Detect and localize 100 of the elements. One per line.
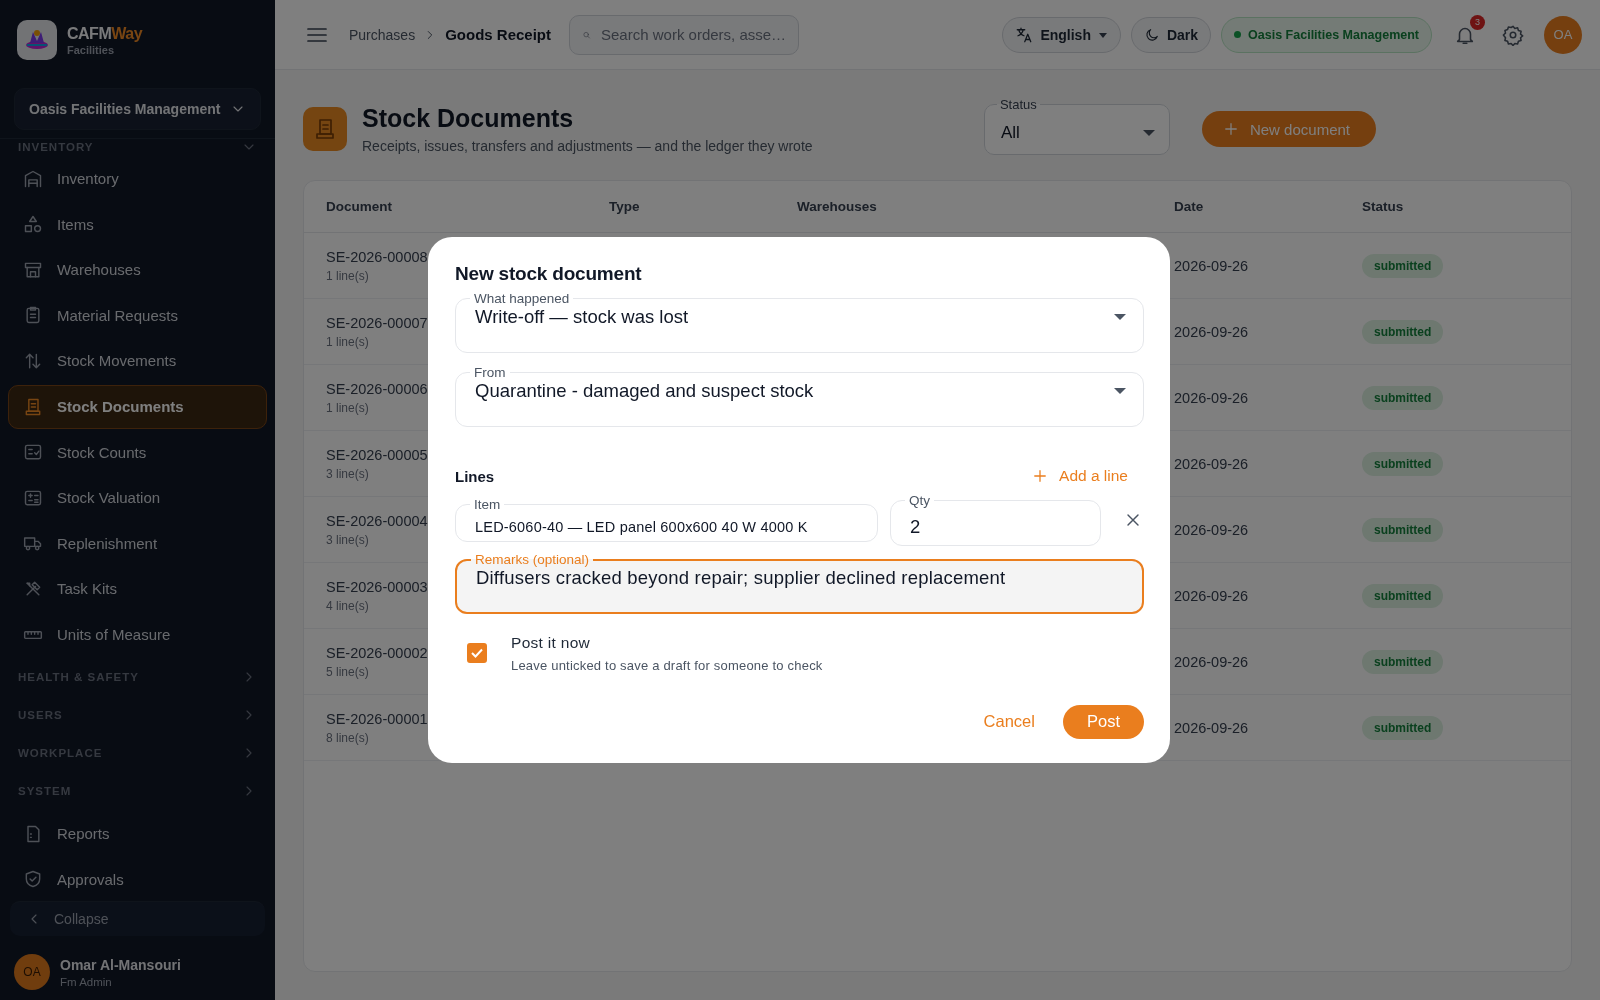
translate-icon — [1015, 25, 1034, 44]
line-count: 1 line(s) — [326, 268, 369, 283]
status-badge: submitted — [1362, 583, 1444, 608]
breadcrumb-current: Goods Receipt — [445, 26, 551, 43]
column-header: Document — [304, 181, 587, 233]
settings-button[interactable] — [1502, 23, 1524, 46]
new-document-button[interactable]: New document — [1201, 111, 1376, 147]
dialog-title: New stock document — [455, 263, 643, 285]
remarks-input[interactable]: Diffusers cracked beyond repair; supplier declined replacement — [476, 567, 1125, 589]
check-icon — [470, 646, 484, 660]
field-label: Status — [998, 97, 1038, 112]
line-count: 4 line(s) — [326, 598, 369, 613]
warehouse-icon — [23, 168, 43, 189]
table-cell: 2026-09-26 — [1174, 455, 1249, 472]
type-select[interactable]: What happened Write-off — stock was lost — [455, 291, 1144, 353]
nav-item[interactable]: Reports — [8, 811, 267, 856]
nav-item[interactable]: Stock Valuation — [8, 475, 267, 520]
checkbox-label: Post it now — [511, 634, 592, 652]
theme-toggle[interactable]: Dark — [1130, 16, 1212, 53]
table-cell: 2026-09-26 — [1174, 521, 1249, 538]
notification-count: 3 — [1470, 14, 1485, 30]
status-badge: submitted — [1362, 253, 1444, 278]
nav-item[interactable]: Items — [8, 202, 267, 247]
line-count: 8 line(s) — [326, 730, 369, 745]
search-field[interactable]: Search work orders, asse… — [569, 14, 799, 55]
line-count: 3 line(s) — [326, 532, 369, 547]
line-count: 5 line(s) — [326, 664, 369, 679]
brand-subtitle: Facilities — [67, 43, 116, 56]
document-number[interactable]: SE-2026-00005 — [326, 446, 428, 463]
status-badge: submitted — [1362, 715, 1444, 740]
user-name: Omar Al-Mansouri — [60, 956, 181, 973]
status-badge: submitted — [1362, 319, 1444, 344]
status-filter[interactable]: Status All — [983, 97, 1170, 155]
collapse-button[interactable]: Collapse — [10, 901, 265, 936]
column-header: Type — [587, 181, 775, 233]
checkbox[interactable] — [467, 643, 487, 663]
moon-icon — [1143, 26, 1160, 43]
line-count: 3 line(s) — [326, 466, 369, 481]
table-cell: 2026-09-26 — [1174, 587, 1249, 604]
remarks-field[interactable]: Remarks (optional) Diffusers cracked beyond repair; supplier declined replacement — [455, 552, 1144, 614]
language-button[interactable]: English — [1002, 16, 1121, 53]
user-avatar[interactable]: OA — [1544, 15, 1582, 54]
clipboard-icon — [23, 305, 43, 326]
column-header: Warehouses — [775, 181, 1152, 233]
document-number[interactable]: SE-2026-00007 — [326, 314, 428, 331]
nav-item[interactable]: Stock Movements — [8, 338, 267, 383]
nav-item[interactable]: Warehouses — [8, 247, 267, 292]
document-number[interactable]: SE-2026-00002 — [326, 644, 428, 661]
line-count: 1 line(s) — [326, 334, 369, 349]
user-avatar[interactable]: OA — [14, 954, 50, 990]
post-button[interactable]: Post — [1062, 704, 1144, 739]
nav-item[interactable]: Replenishment — [8, 521, 267, 566]
page-subtitle: Receipts, issues, transfers and adjustments — and the ledger they wrote — [362, 138, 813, 154]
nav-item[interactable]: Units of Measure — [8, 612, 267, 657]
nav-item[interactable]: Stock Counts — [8, 430, 267, 475]
status-badge: submitted — [1362, 385, 1444, 410]
nav-item[interactable]: Inventory — [8, 156, 267, 201]
page-title: Stock Documents — [362, 104, 575, 133]
organization-badge: Oasis Facilities Management — [1221, 16, 1432, 53]
add-line-button[interactable]: Add a line — [1031, 467, 1128, 485]
nav-item[interactable]: Approvals — [8, 857, 267, 891]
nav-item[interactable]: Material Requests — [8, 293, 267, 338]
quantity-input[interactable]: 2 — [910, 515, 1083, 538]
settings-icon — [1502, 23, 1524, 46]
organization-select[interactable]: Oasis Facilities Management — [14, 88, 261, 130]
shield-icon — [23, 869, 43, 890]
field-label: Qty — [908, 493, 931, 508]
caret-icon — [1114, 387, 1126, 395]
field-label: From — [473, 365, 507, 380]
status-dot — [1234, 31, 1242, 38]
field-label: What happened — [473, 291, 571, 306]
shapes-icon — [23, 214, 43, 235]
column-header: Date — [1152, 181, 1340, 233]
document-number[interactable]: SE-2026-00003 — [326, 578, 428, 595]
source-select[interactable]: From Quarantine - damaged and suspect stock — [455, 365, 1144, 427]
item-field[interactable]: Item LED-6060-40 — LED panel 600x600 40 W 4000 K — [455, 497, 878, 542]
table-cell: 2026-09-26 — [1174, 653, 1249, 670]
table-cell: 2026-09-26 — [1174, 389, 1249, 406]
nav-item[interactable]: Task Kits — [8, 566, 267, 611]
search-input[interactable]: Search work orders, asse… — [601, 26, 786, 43]
status-badge: submitted — [1362, 649, 1444, 674]
document-number[interactable]: SE-2026-00006 — [326, 380, 428, 397]
cancel-button[interactable]: Cancel — [975, 704, 1043, 739]
table-cell: 2026-09-26 — [1174, 323, 1249, 340]
field-label: Remarks (optional) — [474, 552, 591, 567]
table-cell: 2026-09-26 — [1174, 257, 1249, 274]
line-count: 1 line(s) — [326, 400, 369, 415]
field-label: Item — [473, 497, 502, 512]
breadcrumb-link[interactable]: Purchases — [349, 26, 416, 43]
nav-item[interactable]: Stock Documents — [8, 384, 267, 429]
section-label: Lines — [455, 467, 495, 485]
receipt-icon — [313, 117, 337, 141]
document-number[interactable]: SE-2026-00001 — [326, 710, 428, 727]
status-badge: submitted — [1362, 517, 1444, 542]
column-header: Status — [1340, 181, 1571, 233]
checkbox-hint: Leave unticked to save a draft for someone to check — [511, 658, 823, 673]
document-number[interactable]: SE-2026-00008 — [326, 248, 428, 265]
item-input[interactable]: LED-6060-40 — LED panel 600x600 40 W 4000 K — [475, 518, 860, 535]
quantity-field[interactable]: Qty 2 — [890, 493, 1101, 546]
document-number[interactable]: SE-2026-00004 — [326, 512, 428, 529]
